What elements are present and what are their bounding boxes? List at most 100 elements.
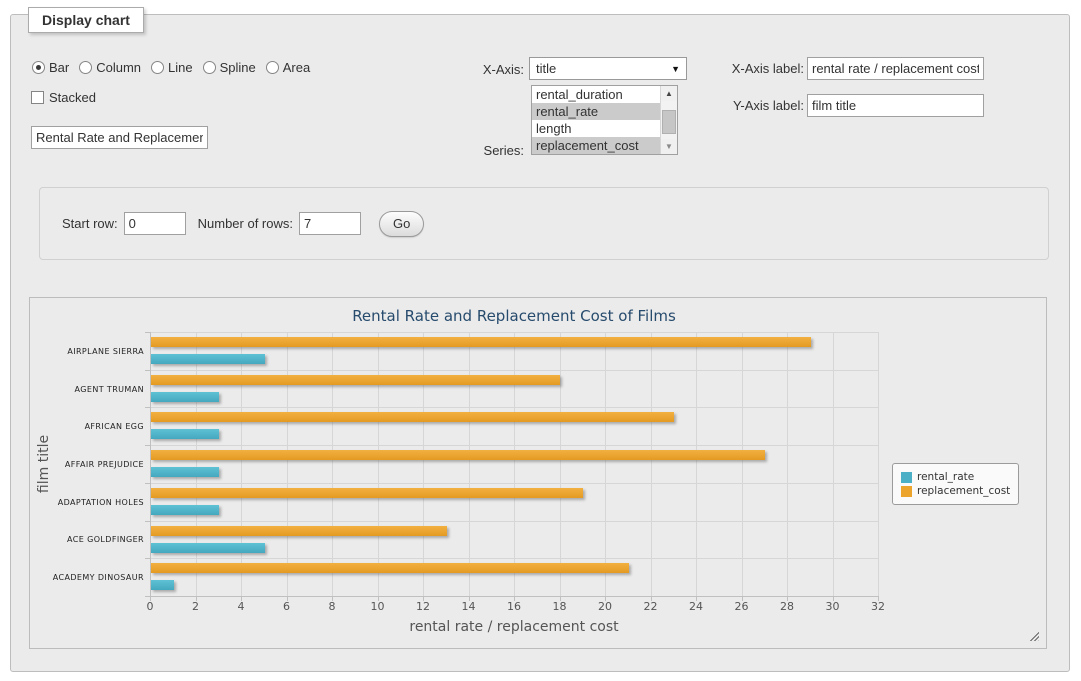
x-axis-label-input[interactable]: [807, 57, 984, 80]
x-tick-label: 20: [598, 600, 612, 613]
x-tick-label: 16: [507, 600, 521, 613]
rental_rate-bar: [151, 505, 219, 515]
chart-title-input[interactable]: [31, 126, 208, 149]
x-tick-label: 14: [462, 600, 476, 613]
series-scrollbar[interactable]: ▲ ▼: [660, 86, 677, 154]
scrollbar-thumb[interactable]: [662, 110, 676, 134]
radio-line-label: Line: [168, 60, 193, 75]
plot-area: AIRPLANE SIERRAAGENT TRUMANAFRICAN EGGAF…: [150, 332, 878, 596]
x-axis-title: rental rate / replacement cost: [150, 619, 878, 635]
gridline: [241, 332, 242, 596]
number-of-rows-input[interactable]: [299, 212, 361, 235]
radio-line-icon[interactable]: [151, 61, 164, 74]
radio-column-icon[interactable]: [79, 61, 92, 74]
number-of-rows-label: Number of rows:: [198, 216, 293, 231]
gridline: [378, 332, 379, 596]
rental_rate-bar: [151, 354, 265, 364]
chart-panel: Rental Rate and Replacement Cost of Film…: [29, 297, 1047, 649]
resize-grip-icon[interactable]: [1028, 630, 1039, 641]
gridline: [514, 332, 515, 596]
radio-column[interactable]: Column: [79, 60, 141, 75]
radio-bar[interactable]: Bar: [32, 60, 69, 75]
radio-bar-label: Bar: [49, 60, 69, 75]
radio-bar-icon[interactable]: [32, 61, 45, 74]
replacement_cost-swatch-icon: [901, 486, 912, 497]
gridline: [150, 445, 878, 446]
radio-area-label: Area: [283, 60, 310, 75]
rental_rate-swatch-icon: [901, 472, 912, 483]
x-tick-label: 0: [147, 600, 154, 613]
chart-type-radio-group: Bar Column Line Spline Area: [32, 57, 320, 77]
radio-spline[interactable]: Spline: [203, 60, 256, 75]
y-axis-label-label: Y-Axis label:: [654, 98, 804, 113]
gridline: [150, 332, 878, 333]
gridline: [332, 332, 333, 596]
gridline: [150, 407, 878, 408]
x-tick-label: 32: [871, 600, 885, 613]
category-label: ADAPTATION HOLES: [32, 498, 144, 507]
series-option-replacement_cost[interactable]: replacement_cost: [532, 137, 660, 154]
rental_rate-bar: [151, 543, 265, 553]
replacement_cost-bar: [151, 375, 560, 385]
rental_rate-bar: [151, 467, 219, 477]
gridline: [742, 332, 743, 596]
gridline: [878, 332, 879, 596]
y-axis-tick: [145, 370, 150, 371]
radio-area-icon[interactable]: [266, 61, 279, 74]
replacement_cost-bar: [151, 563, 629, 573]
x-tick-label: 8: [329, 600, 336, 613]
x-axis-label-label: X-Axis label:: [654, 61, 804, 76]
x-tick-label: 18: [553, 600, 567, 613]
start-row-input[interactable]: [124, 212, 186, 235]
x-tick-label: 26: [735, 600, 749, 613]
radio-line[interactable]: Line: [151, 60, 193, 75]
stacked-checkbox-row[interactable]: Stacked: [31, 90, 96, 105]
x-tick-label: 12: [416, 600, 430, 613]
x-tick-label: 24: [689, 600, 703, 613]
go-button[interactable]: Go: [379, 211, 424, 237]
category-label: AIRPLANE SIERRA: [32, 347, 144, 356]
y-axis-line: [150, 332, 151, 596]
legend-label: replacement_cost: [917, 485, 1010, 497]
x-tick-label: 10: [371, 600, 385, 613]
category-label: AGENT TRUMAN: [32, 385, 144, 394]
series-option-rental_duration[interactable]: rental_duration: [532, 86, 660, 103]
series-options: rental_durationrental_ratelengthreplacem…: [532, 86, 660, 154]
gridline: [150, 483, 878, 484]
gridline: [605, 332, 606, 596]
x-tick-label: 28: [780, 600, 794, 613]
legend-item-rental_rate[interactable]: rental_rate: [901, 471, 1010, 483]
x-tick-label: 6: [283, 600, 290, 613]
gridline: [423, 332, 424, 596]
radio-area[interactable]: Area: [266, 60, 310, 75]
gridline: [787, 332, 788, 596]
stacked-checkbox[interactable]: [31, 91, 44, 104]
radio-spline-icon[interactable]: [203, 61, 216, 74]
gridline: [196, 332, 197, 596]
fieldset-legend: Display chart: [28, 7, 144, 33]
gridline: [287, 332, 288, 596]
rental_rate-bar: [151, 392, 219, 402]
gridline: [469, 332, 470, 596]
replacement_cost-bar: [151, 526, 447, 536]
replacement_cost-bar: [151, 412, 674, 422]
y-axis-label-input[interactable]: [807, 94, 984, 117]
gridline: [150, 370, 878, 371]
series-option-rental_rate[interactable]: rental_rate: [532, 103, 660, 120]
gridline: [696, 332, 697, 596]
legend-label: rental_rate: [917, 471, 974, 483]
x-tick-label: 22: [644, 600, 658, 613]
y-axis-title: film title: [36, 435, 52, 493]
gridline: [150, 521, 878, 522]
chart-title: Rental Rate and Replacement Cost of Film…: [150, 307, 878, 325]
series-listbox[interactable]: rental_durationrental_ratelengthreplacem…: [531, 85, 678, 155]
x-tick-label: 2: [192, 600, 199, 613]
scroll-down-icon[interactable]: ▼: [661, 139, 677, 154]
go-button-label: Go: [393, 216, 410, 231]
radio-spline-label: Spline: [220, 60, 256, 75]
chart-legend: rental_rate replacement_cost: [892, 463, 1019, 505]
series-option-length[interactable]: length: [532, 120, 660, 137]
y-axis-tick: [145, 521, 150, 522]
rental_rate-bar: [151, 429, 219, 439]
legend-item-replacement_cost[interactable]: replacement_cost: [901, 485, 1010, 497]
